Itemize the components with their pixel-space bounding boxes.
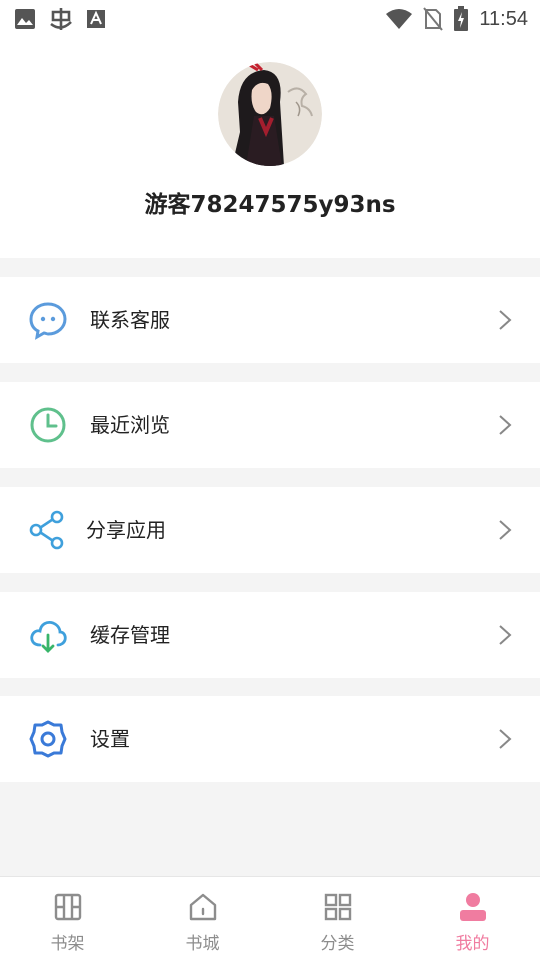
chevron-right-icon [499,625,512,645]
category-grid-icon [324,893,352,921]
share-icon [29,510,64,550]
menu-item-settings[interactable]: 设置 [0,696,540,782]
status-time: 11:54 [479,7,528,30]
menu-item-share-app[interactable]: 分享应用 [0,487,540,573]
tab-bookshelf[interactable]: 书架 [0,877,135,961]
tab-label: 书架 [50,934,85,954]
person-icon [460,893,486,921]
clock-icon [30,407,66,443]
menu-item-label: 分享应用 [86,518,166,542]
chevron-right-icon [499,415,512,435]
tab-label: 书城 [185,934,220,954]
tab-bookstore[interactable]: 书城 [135,877,270,961]
menu-item-contact-service[interactable]: 联系客服 [0,277,540,363]
bug-icon [50,8,72,30]
menu-item-label: 设置 [90,727,130,751]
font-icon [87,10,105,28]
status-bar: 11:54 [0,0,540,38]
wifi-icon [386,9,413,29]
bookshelf-icon [54,893,82,921]
gear-icon [29,720,67,758]
menu-item-label: 缓存管理 [90,623,170,647]
battery-charging-icon [454,6,469,31]
chat-bubble-icon [29,302,67,340]
tab-category[interactable]: 分类 [270,877,405,961]
menu-item-label: 最近浏览 [90,413,170,437]
menu-item-cache-management[interactable]: 缓存管理 [0,592,540,678]
menu-item-recent-browse[interactable]: 最近浏览 [0,382,540,468]
image-icon [15,9,35,29]
chevron-right-icon [499,310,512,330]
tab-label: 分类 [320,934,355,954]
tab-mine[interactable]: 我的 [405,877,540,961]
chevron-right-icon [499,520,512,540]
cloud-download-icon [30,621,67,653]
chevron-right-icon [499,729,512,749]
bottom-tab-bar: 书架 书城 分类 我的 [0,876,540,961]
avatar[interactable] [218,62,322,166]
no-sim-icon [423,7,444,31]
menu-item-label: 联系客服 [90,308,170,332]
tab-label: 我的 [455,934,490,954]
home-icon [189,893,217,921]
profile-header: 游客78247575y93ns [0,38,540,258]
username: 游客78247575y93ns [144,192,396,218]
